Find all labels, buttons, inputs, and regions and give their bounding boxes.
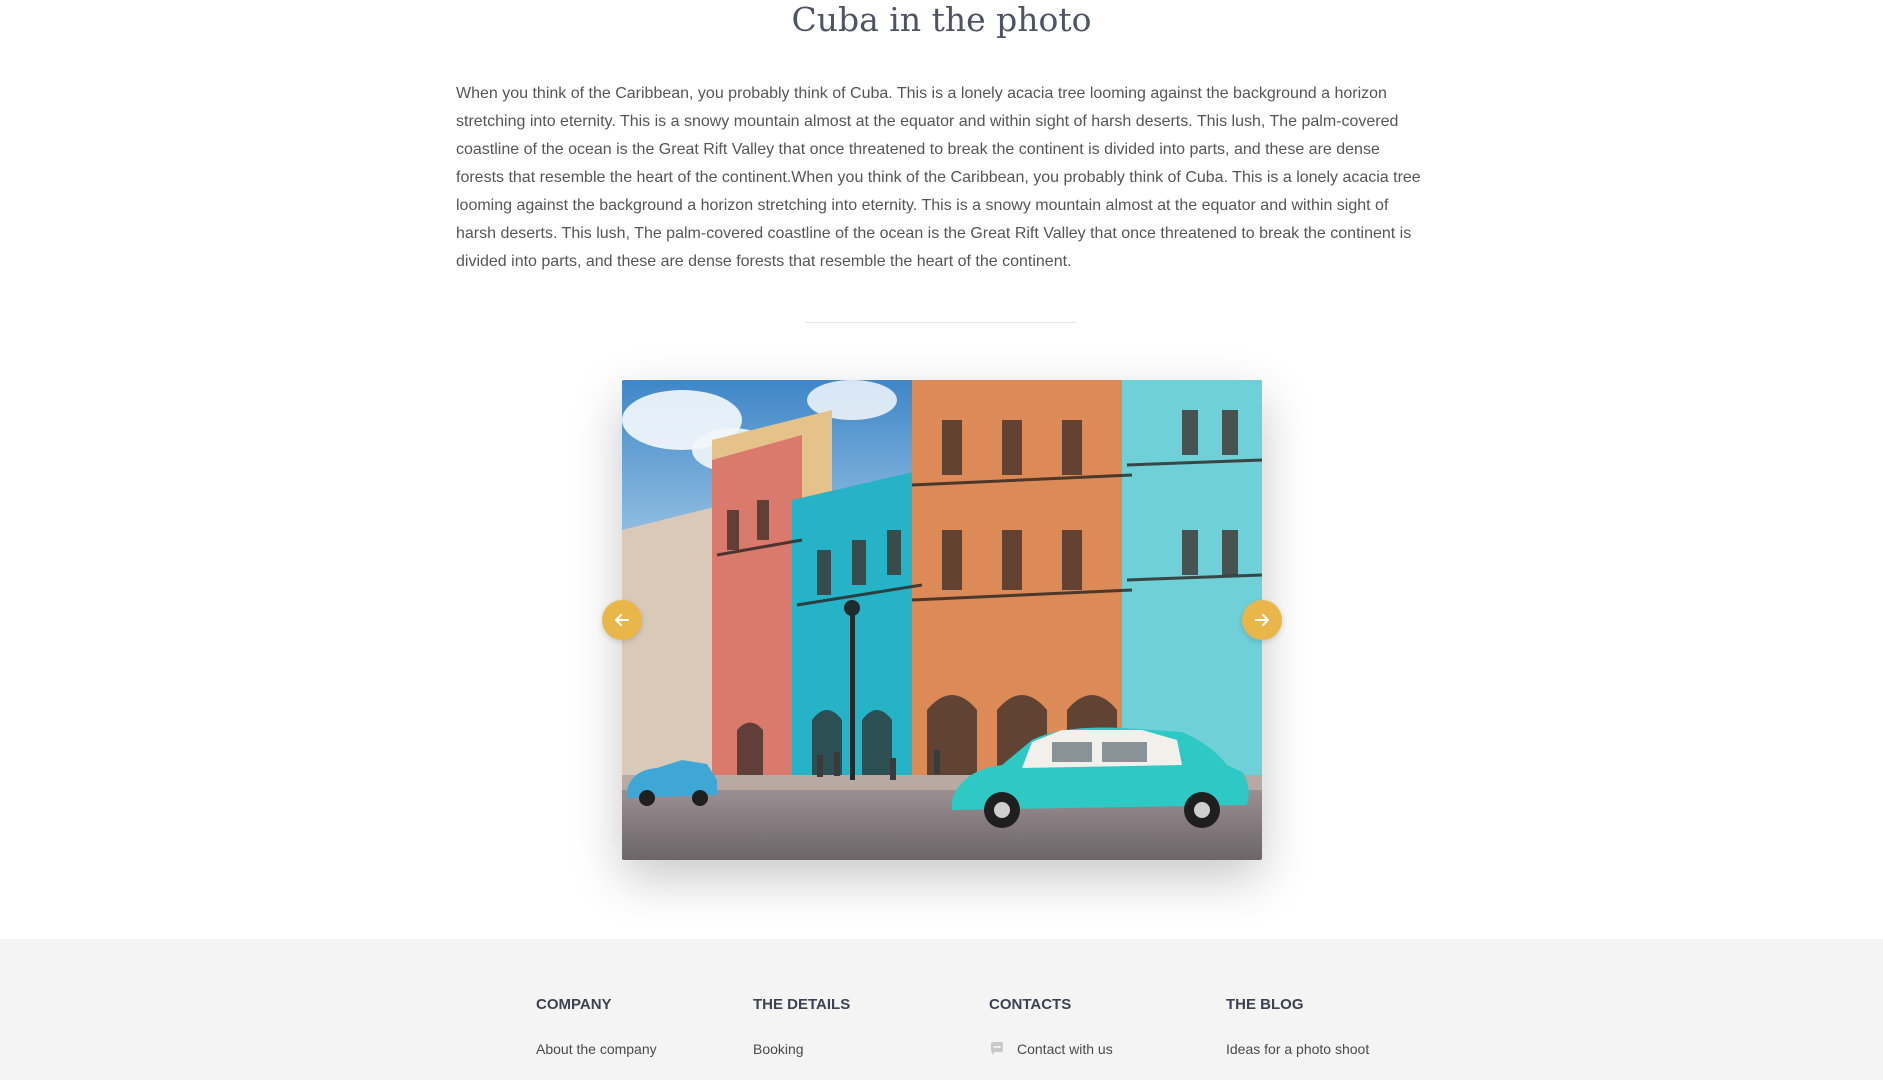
- footer-heading-contacts: CONTACTS: [989, 996, 1072, 1013]
- havana-street-photo: [622, 380, 1262, 860]
- footer-link-contact-with-us[interactable]: Contact with us: [989, 1039, 1113, 1059]
- arrow-left-icon: [615, 614, 629, 626]
- footer-heading-company: COMPANY: [536, 996, 612, 1013]
- footer-column-blog: THE BLOG Ideas for a photo shoot: [1226, 995, 1369, 1069]
- footer-link-ideas[interactable]: Ideas for a photo shoot: [1226, 1039, 1369, 1059]
- footer-link-about[interactable]: About the company: [536, 1039, 657, 1059]
- page: Cuba in the photo When you think of the …: [0, 0, 1883, 1080]
- article-body: When you think of the Caribbean, you pro…: [456, 85, 1421, 270]
- footer-heading-details: THE DETAILS: [753, 996, 851, 1013]
- footer-column-contacts: CONTACTS Contact with us: [989, 995, 1113, 1069]
- footer-link-booking[interactable]: Booking: [753, 1039, 850, 1059]
- page-title: Cuba in the photo: [791, 0, 1092, 39]
- chat-bubble-icon: [991, 1042, 1003, 1055]
- footer-column-details: THE DETAILS Booking: [753, 995, 850, 1069]
- slider-prev-button[interactable]: [602, 600, 642, 640]
- section-divider: [806, 322, 1077, 323]
- slider-next-button[interactable]: [1242, 600, 1282, 640]
- footer-heading-blog: THE BLOG: [1226, 996, 1304, 1013]
- site-footer: COMPANY About the company THE DETAILS Bo…: [0, 939, 1883, 1080]
- arrow-right-icon: [1255, 614, 1269, 626]
- footer-column-company: COMPANY About the company: [536, 995, 657, 1069]
- photo-slider[interactable]: [622, 380, 1262, 860]
